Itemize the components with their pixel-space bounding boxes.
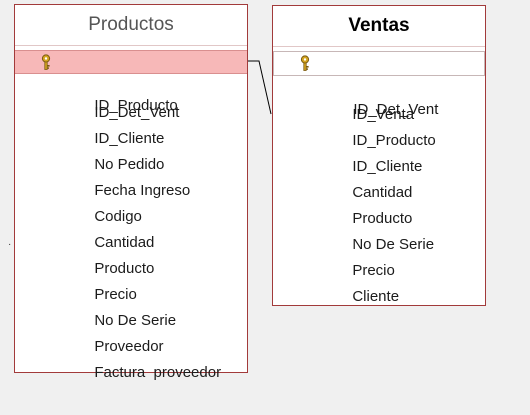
stray-dot: · <box>8 239 12 250</box>
field-row[interactable]: Fecha Ingreso <box>15 152 247 199</box>
field-row[interactable]: ID_Det_Vent <box>15 74 247 121</box>
relationships-canvas: · Productos ID_Producto ID_Det_Vent ID_C… <box>0 0 530 415</box>
field-row[interactable]: No Pedido <box>15 126 247 173</box>
field-row[interactable]: Precio <box>273 232 485 279</box>
field-row[interactable]: Producto <box>273 180 485 227</box>
ventas-field-list: ID_Det_Vent ID_Venta ID_Producto ID_Clie… <box>273 47 485 305</box>
table-ventas[interactable]: Ventas ID_Det_Vent ID_Venta ID_Producto … <box>272 5 486 306</box>
field-row[interactable]: No De Serie <box>273 206 485 253</box>
field-row[interactable]: ID_Cliente <box>15 100 247 147</box>
field-row[interactable]: Producto <box>15 230 247 277</box>
field-row[interactable]: ID_Producto <box>273 102 485 149</box>
table-ventas-title[interactable]: Ventas <box>273 6 485 47</box>
field-row[interactable]: Precio <box>15 256 247 303</box>
field-row[interactable]: ID_Det_Vent <box>273 51 485 118</box>
field-row[interactable]: Cliente <box>273 258 485 305</box>
field-label: Cliente <box>352 288 400 305</box>
field-row[interactable]: Proveedor <box>15 308 247 355</box>
field-row[interactable]: ID_Producto <box>15 50 247 114</box>
table-productos[interactable]: Productos ID_Producto ID_Det_Vent ID_Cli… <box>14 4 248 381</box>
field-label: Factura proveedor <box>94 364 222 381</box>
field-row[interactable]: ID_Cliente <box>273 128 485 175</box>
field-row[interactable]: Cantidad <box>15 204 247 251</box>
productos-field-list: ID_Producto ID_Det_Vent ID_Cliente No Pe… <box>15 46 247 381</box>
table-productos-title[interactable]: Productos <box>15 5 247 46</box>
field-row[interactable]: No De Serie <box>15 282 247 329</box>
field-row[interactable]: Factura proveedor <box>15 334 247 381</box>
key-icon <box>300 55 310 71</box>
field-row[interactable]: ID_Venta <box>273 76 485 123</box>
field-row[interactable]: Cantidad <box>273 154 485 201</box>
key-icon <box>41 54 51 70</box>
field-row[interactable]: Codigo <box>15 178 247 225</box>
